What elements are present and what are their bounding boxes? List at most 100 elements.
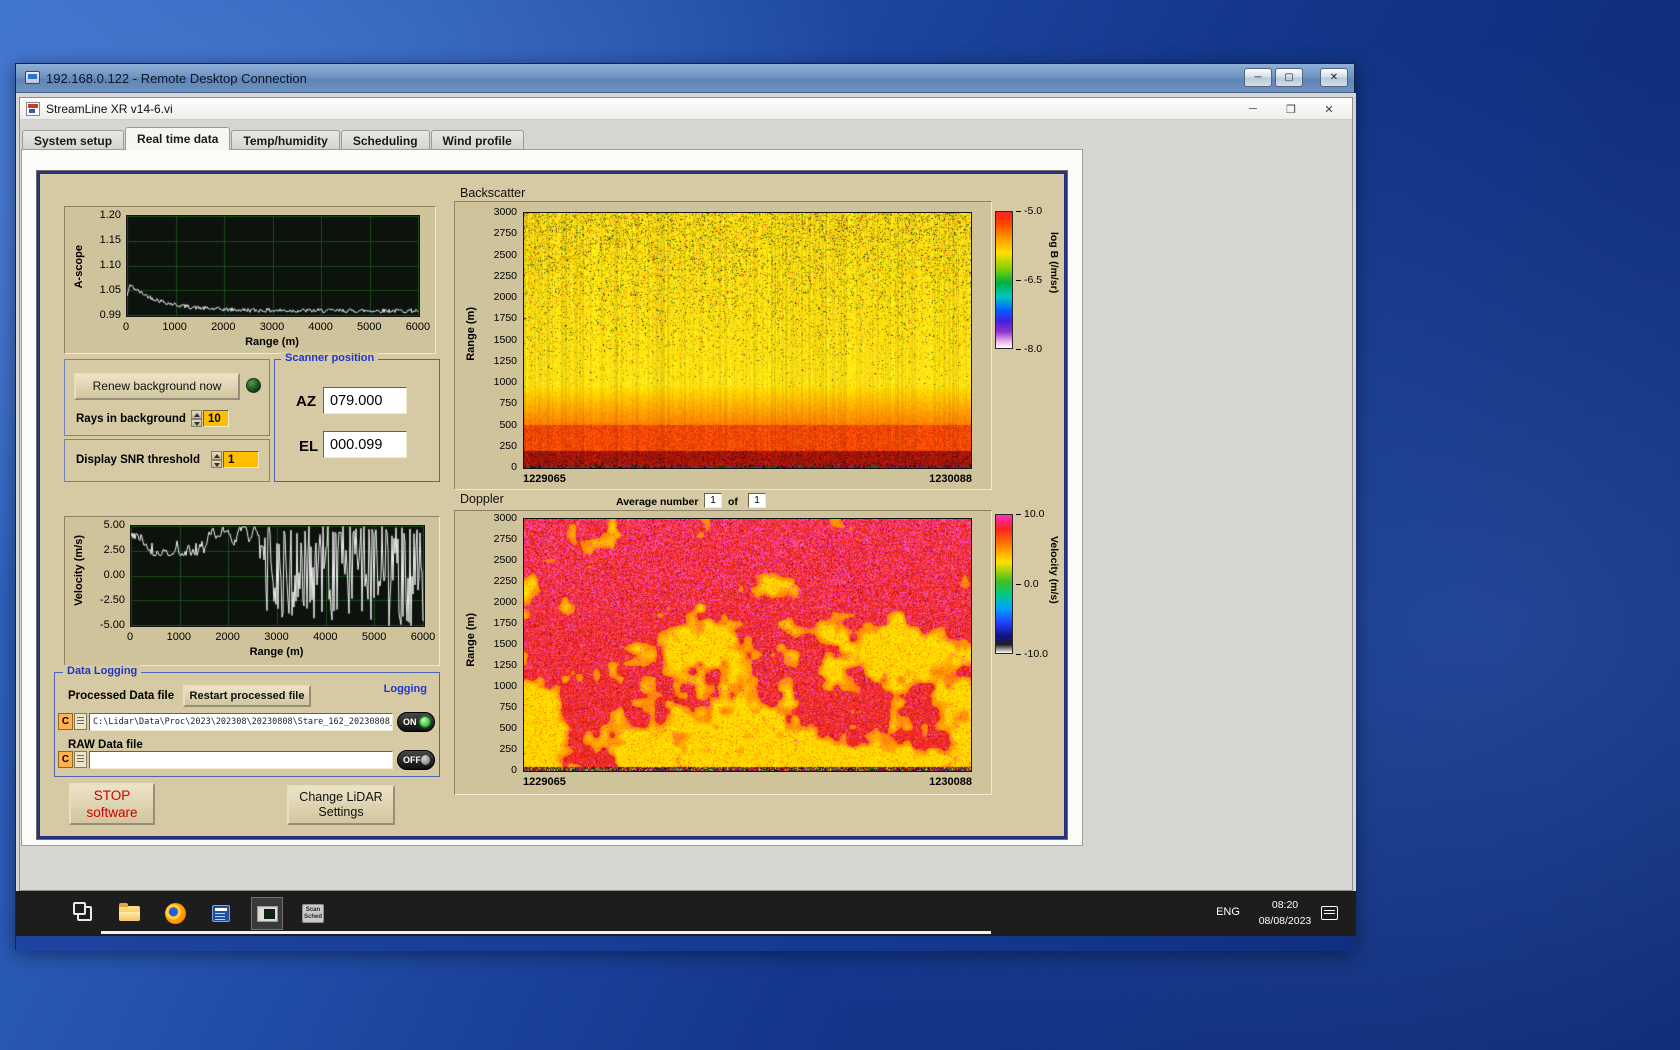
streamline-app-window: StreamLine XR v14-6.vi System setup Real… [19, 97, 1353, 891]
az-value-field[interactable]: 079.000 [323, 387, 407, 414]
tick-label: 500 [499, 419, 517, 431]
app-minimize-button[interactable] [1234, 98, 1272, 120]
logging-label: Logging [380, 683, 431, 695]
lidar-front-panel: A-scope 1.201.151.101.050.99 01000200030… [37, 171, 1067, 839]
velocity-graph-frame: Velocity (m/s) 5.002.500.00-2.50-5.00 01… [64, 516, 440, 666]
scan-scheduler-button[interactable]: Scan Sched [297, 897, 329, 930]
tick-label: 2250 [494, 270, 517, 282]
tick-label: 2000 [199, 321, 247, 333]
streamline-window-icon [257, 906, 278, 922]
tab-temp-humidity[interactable]: Temp/humidity [231, 130, 339, 150]
tick-label: 3000 [248, 321, 296, 333]
remote-desktop-strip [16, 936, 1356, 951]
app-restore-button[interactable] [1272, 98, 1310, 120]
snr-spinner[interactable] [211, 451, 222, 468]
tick-label: 3000 [252, 631, 300, 643]
off-label: OFF [398, 755, 421, 765]
firefox-button[interactable] [159, 897, 191, 930]
rdp-maximize-button[interactable] [1275, 68, 1303, 87]
velocity-x-ticks: 0100020003000400050006000 [106, 631, 447, 643]
tick-label: 750 [499, 701, 517, 713]
processed-file-path[interactable]: C:\Lidar\Data\Proc\2023\202308\20230808\… [89, 713, 393, 731]
streamline-taskbar-button[interactable] [251, 897, 283, 930]
tick-label: 4000 [297, 321, 345, 333]
scan-icon-line2: Sched [304, 914, 322, 921]
task-view-button[interactable] [68, 897, 100, 930]
rdp-minimize-button[interactable] [1244, 68, 1272, 87]
doppler-time-start: 1229065 [523, 776, 566, 788]
processed-drive-box[interactable]: C [58, 713, 73, 730]
tick-label: 500 [499, 722, 517, 734]
tick-label: 0 [106, 631, 154, 643]
doppler-colorbar-label: Velocity (m/s) [1048, 536, 1060, 604]
restart-processed-file-button[interactable]: Restart processed file [183, 685, 311, 707]
tab-wind-profile[interactable]: Wind profile [431, 130, 524, 150]
el-label: EL [299, 438, 318, 455]
file-explorer-button[interactable] [113, 897, 145, 930]
tick-label: 1.20 [100, 209, 121, 221]
el-value-field[interactable]: 000.099 [323, 431, 407, 458]
rdp-titlebar[interactable]: 192.168.0.122 - Remote Desktop Connectio… [16, 64, 1354, 93]
tick-label: 2750 [494, 533, 517, 545]
tick-label: -2.50 [100, 594, 125, 606]
renew-background-button[interactable]: Renew background now [74, 373, 240, 400]
app-titlebar[interactable]: StreamLine XR v14-6.vi [20, 98, 1352, 120]
action-center-icon[interactable] [1321, 906, 1338, 920]
backscatter-title: Backscatter [460, 186, 525, 200]
task-view-icon [77, 906, 92, 921]
tick-label: 1750 [494, 312, 517, 324]
doppler-y-ticks: 3000275025002250200017501500125010007505… [455, 512, 517, 776]
doppler-title: Doppler [460, 492, 504, 506]
scanner-position-title: Scanner position [281, 352, 378, 364]
tab-bar: System setup Real time data Temp/humidit… [22, 128, 525, 150]
ascope-x-ticks: 0100020003000400050006000 [102, 321, 442, 333]
tick-label: 2000 [494, 596, 517, 608]
rdp-close-button[interactable] [1320, 68, 1348, 87]
file-explorer-icon [119, 906, 140, 921]
raw-browse-icon[interactable] [74, 751, 87, 768]
rays-spinner[interactable] [191, 410, 202, 427]
processed-browse-icon[interactable] [74, 713, 87, 730]
language-indicator[interactable]: ENG [1211, 906, 1245, 918]
change-lidar-settings-button[interactable]: Change LiDAR Settings [287, 785, 395, 825]
tick-label: 0 [511, 764, 517, 776]
rdp-title: 192.168.0.122 - Remote Desktop Connectio… [46, 71, 307, 86]
rays-value-field[interactable]: 10 [203, 410, 229, 427]
az-label: AZ [296, 393, 316, 410]
raw-file-path[interactable] [89, 751, 393, 769]
velocity-plot-area [130, 525, 425, 627]
background-controls-box: Renew background now Rays in background … [64, 359, 270, 436]
ascope-x-axis-label: Range (m) [126, 336, 418, 348]
backscatter-y-ticks: 3000275025002250200017501500125010007505… [455, 206, 517, 473]
ascope-y-ticks: 1.201.151.101.050.99 [65, 209, 121, 321]
processed-logging-toggle[interactable]: ON [397, 712, 435, 732]
tick-label: 5000 [350, 631, 398, 643]
backscatter-plot-area [523, 212, 972, 469]
tick-label: 1.10 [100, 259, 121, 271]
average-number-field[interactable]: 1 [704, 493, 722, 508]
desktop: 192.168.0.122 - Remote Desktop Connectio… [0, 0, 1680, 1050]
tick-label: 2250 [494, 575, 517, 587]
taskbar-clock[interactable]: 08:20 08/08/2023 [1248, 897, 1322, 929]
tab-system-setup[interactable]: System setup [22, 130, 124, 150]
raw-logging-toggle[interactable]: OFF [397, 750, 435, 770]
blue-app-button[interactable] [205, 897, 237, 930]
ascope-plot-canvas [127, 216, 419, 316]
average-count-field[interactable]: 1 [748, 493, 766, 508]
raw-drive-box[interactable]: C [58, 751, 73, 768]
snr-value-field[interactable]: 1 [223, 451, 259, 468]
tick-label: 3000 [494, 206, 517, 218]
ascope-graph-frame: A-scope 1.201.151.101.050.99 01000200030… [64, 206, 436, 354]
restart-processed-file-label: Restart processed file [190, 689, 305, 704]
tick-label: 1000 [494, 680, 517, 692]
tick-label: 1.05 [100, 284, 121, 296]
app-close-button[interactable] [1310, 98, 1348, 120]
scan-scheduler-icon: Scan Sched [302, 904, 324, 923]
tab-real-time-data[interactable]: Real time data [125, 127, 230, 150]
snr-threshold-box: Display SNR threshold 1 [64, 439, 270, 482]
raw-data-file-label: RAW Data file [68, 739, 143, 751]
stop-software-button[interactable]: STOP software [69, 783, 155, 825]
velocity-plot-canvas [131, 526, 424, 626]
tab-scheduling[interactable]: Scheduling [341, 130, 430, 150]
tick-label: 3000 [494, 512, 517, 524]
